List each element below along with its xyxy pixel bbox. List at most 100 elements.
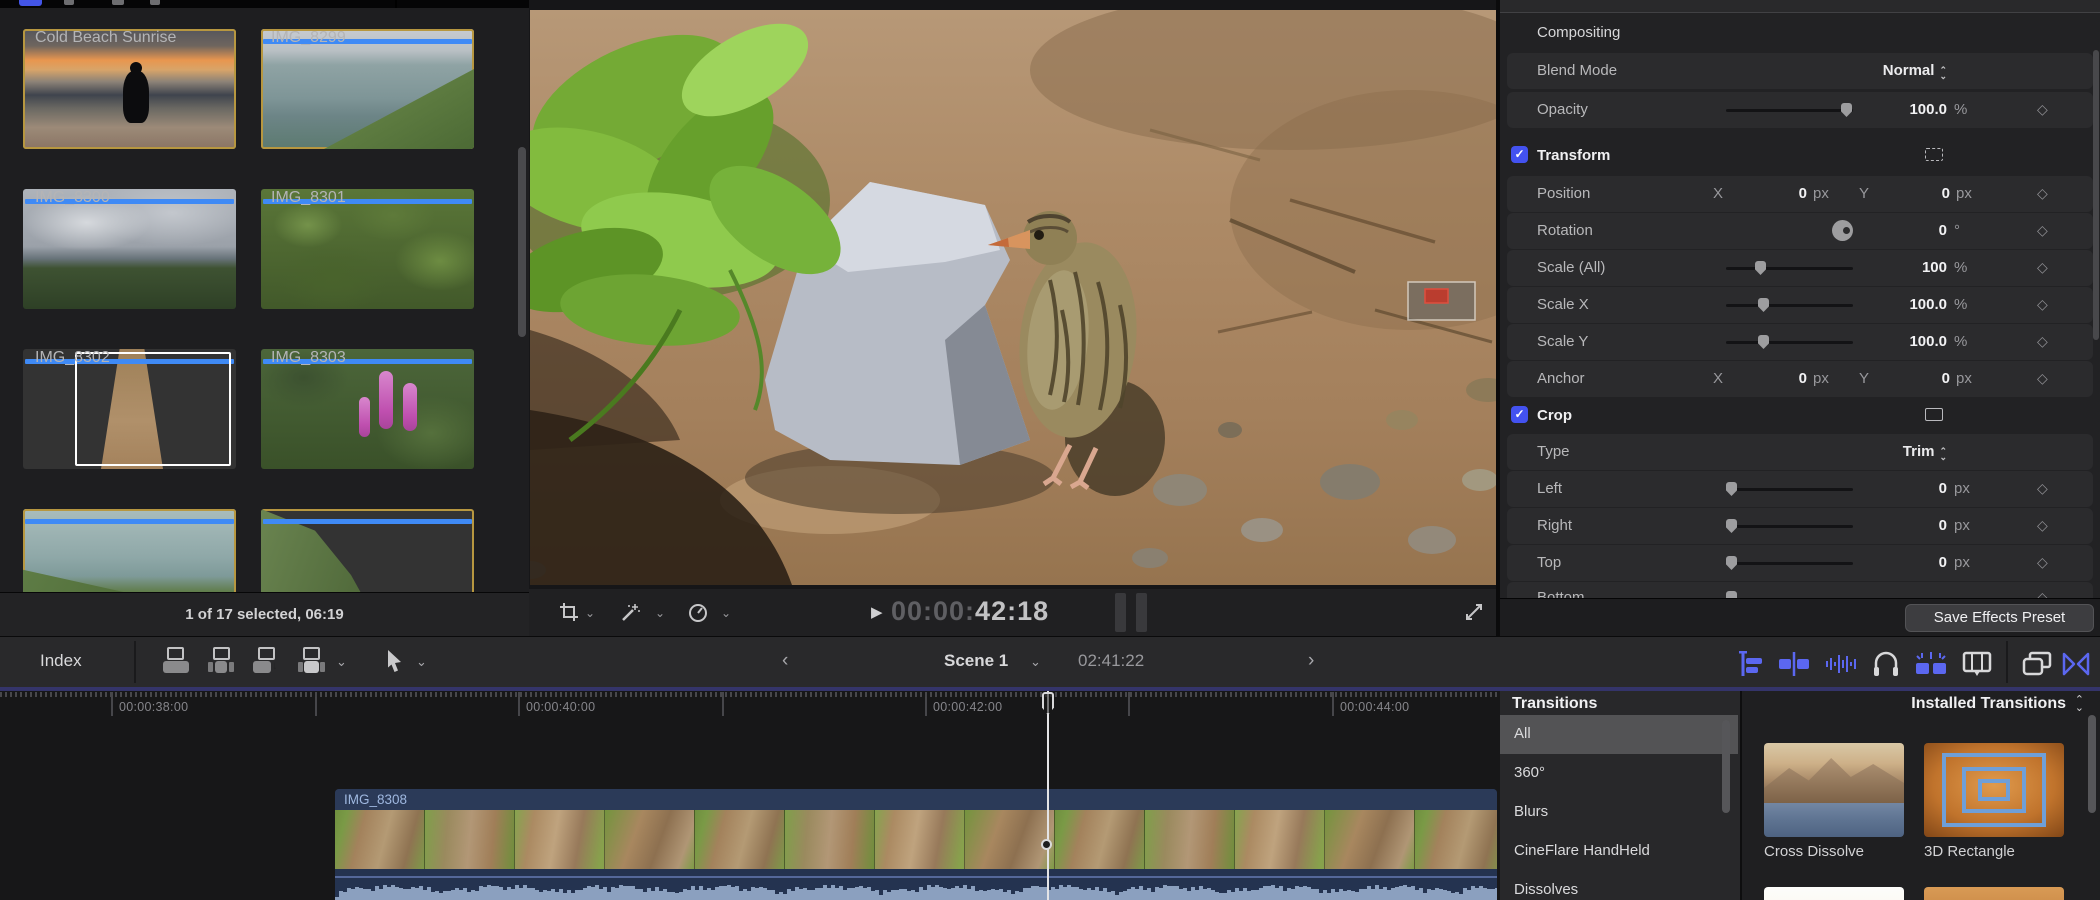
keyframe-diamond-icon[interactable]: ◇ <box>2037 259 2048 276</box>
crop-top-slider-knob[interactable] <box>1726 556 1737 570</box>
crop-checkbox[interactable]: ✓ <box>1511 406 1528 423</box>
scale-all-value[interactable]: 100 <box>1847 259 1947 276</box>
transitions-browser-toggle-icon[interactable] <box>2062 651 2090 677</box>
overwrite-edit-tool[interactable] <box>298 647 332 677</box>
fullscreen-expand-icon[interactable] <box>1465 603 1483 621</box>
solo-headphones-icon[interactable] <box>1872 651 1900 678</box>
video-frame-bird-on-path[interactable] <box>530 10 1496 585</box>
category-blurs[interactable]: Blurs <box>1500 793 1738 832</box>
ruler-tick-strip[interactable] <box>0 692 1500 697</box>
scale-y-value[interactable]: 100.0 <box>1847 333 1947 350</box>
category-cineflare-handheld[interactable]: CineFlare HandHeld <box>1500 832 1738 871</box>
keyframe-diamond-icon[interactable]: ◇ <box>2037 517 2048 534</box>
position-x-value[interactable]: 0 <box>1747 185 1807 202</box>
keyframe-diamond-icon[interactable]: ◇ <box>2037 222 2048 239</box>
chevron-down-icon[interactable]: ⌄ <box>655 606 665 620</box>
crop-onscreen-controls-icon[interactable] <box>1925 408 1943 421</box>
transform-checkbox[interactable]: ✓ <box>1511 146 1528 163</box>
rotation-value[interactable]: 0 <box>1847 222 1947 239</box>
audio-meter-bar[interactable] <box>1136 593 1147 632</box>
chevron-down-icon[interactable]: ⌄ <box>416 654 427 670</box>
save-effects-preset-button[interactable]: Save Effects Preset <box>1905 604 2094 632</box>
transitions-scrollbar[interactable] <box>2088 715 2096 813</box>
browser-scrollbar[interactable] <box>518 147 526 337</box>
chevron-up-down-icon[interactable]: ⌃⌄ <box>2075 696 2084 712</box>
opacity-value[interactable]: 100.0 <box>1847 101 1947 118</box>
keyframe-diamond-icon[interactable]: ◇ <box>2037 185 2048 202</box>
viewer-timecode[interactable]: 00:00:42:18 <box>891 596 1049 627</box>
timeline-clip-img-8308[interactable]: IMG_8308 <box>335 789 1497 900</box>
crop-right-value[interactable]: 0 <box>1847 517 1947 534</box>
chevron-down-icon[interactable]: ⌄ <box>721 606 731 620</box>
scale-x-slider-track[interactable] <box>1726 304 1853 307</box>
crop-left-slider-track[interactable] <box>1726 488 1853 491</box>
snapping-toggle-icon[interactable] <box>1914 651 1948 678</box>
crop-right-slider-knob[interactable] <box>1726 519 1737 533</box>
category-list-scrollbar[interactable] <box>1722 720 1730 813</box>
opacity-slider-track[interactable] <box>1726 109 1853 112</box>
chevron-down-icon[interactable]: ⌄ <box>336 654 347 670</box>
scale-x-value[interactable]: 100.0 <box>1847 296 1947 313</box>
selection-range-box[interactable] <box>75 352 231 466</box>
transition-thumb-cross-dissolve[interactable] <box>1764 743 1904 837</box>
category-360[interactable]: 360° <box>1500 754 1738 793</box>
enhancements-wand-icon[interactable] <box>619 602 641 624</box>
keyframe-diamond-icon[interactable]: ◇ <box>2037 554 2048 571</box>
keyframe-diamond-icon[interactable]: ◇ <box>2037 296 2048 313</box>
transition-thumb-3d-rectangle[interactable] <box>1924 743 2064 837</box>
chevron-down-icon[interactable]: ⌄ <box>585 606 595 620</box>
crop-type-select[interactable]: Trim⌃⌄ <box>1787 443 1947 460</box>
crop-left-slider-knob[interactable] <box>1726 482 1737 496</box>
previous-timeline-button[interactable]: ‹ <box>782 650 788 672</box>
skimming-toggle-icon[interactable] <box>1734 651 1764 677</box>
scale-y-slider-knob[interactable] <box>1758 335 1769 349</box>
next-timeline-button[interactable]: › <box>1308 650 1314 672</box>
browser-panel-toggle-icon[interactable] <box>2022 651 2052 678</box>
clip-thumbnail-img-8301[interactable] <box>261 189 474 309</box>
chevron-down-icon[interactable]: ⌄ <box>1030 654 1041 670</box>
anchor-y-value[interactable]: 0 <box>1890 370 1950 387</box>
scale-all-slider-track[interactable] <box>1726 267 1853 270</box>
installed-transitions-header[interactable]: Installed Transitions <box>1911 695 2066 713</box>
inspector-scrollbar[interactable] <box>2093 50 2099 340</box>
transition-thumb-partial[interactable] <box>1924 887 2064 900</box>
retime-dial-icon[interactable] <box>687 602 709 624</box>
playhead-line[interactable] <box>1047 691 1049 900</box>
sidebar-toggle-fragment[interactable] <box>19 0 42 6</box>
insert-edit-tool[interactable]: ↓ <box>208 647 242 677</box>
keyframe-diamond-icon[interactable]: ◇ <box>2037 333 2048 350</box>
transform-onscreen-controls-icon[interactable] <box>1925 148 1943 161</box>
playhead-handle[interactable] <box>1042 692 1054 715</box>
crop-right-slider-track[interactable] <box>1726 525 1853 528</box>
crop-tool-icon[interactable] <box>559 602 579 622</box>
audio-meter-bar[interactable] <box>1115 593 1126 632</box>
append-edit-tool[interactable]: ↓ <box>253 647 287 677</box>
clip-thumbnail-img-8302[interactable] <box>23 349 236 469</box>
position-y-value[interactable]: 0 <box>1890 185 1950 202</box>
clip-thumbnail-cold-beach-sunrise[interactable] <box>23 29 236 149</box>
audio-skimming-toggle-icon[interactable] <box>1824 651 1858 677</box>
category-all[interactable]: All <box>1500 715 1738 754</box>
scale-y-slider-track[interactable] <box>1726 341 1853 344</box>
clip-thumbnail-img-8299[interactable] <box>261 29 474 149</box>
clip-skimming-toggle-icon[interactable] <box>1778 651 1810 677</box>
keyframe-diamond-icon[interactable]: ◇ <box>2037 370 2048 387</box>
clip-appearance-filmstrip-icon[interactable] <box>1962 651 1992 678</box>
transition-thumb-partial[interactable] <box>1764 887 1904 900</box>
anchor-x-value[interactable]: 0 <box>1747 370 1807 387</box>
keyframe-diamond-icon[interactable]: ◇ <box>2037 480 2048 497</box>
select-tool-arrow-icon[interactable] <box>386 650 406 674</box>
category-dissolves[interactable]: Dissolves <box>1500 871 1738 900</box>
scale-all-slider-knob[interactable] <box>1755 261 1766 275</box>
keyframe-diamond-icon[interactable]: ◇ <box>2037 101 2048 118</box>
play-button[interactable]: ▶ <box>871 603 883 621</box>
crop-left-value[interactable]: 0 <box>1847 480 1947 497</box>
scale-x-slider-knob[interactable] <box>1758 298 1769 312</box>
clip-thumbnail-img-8300[interactable] <box>23 189 236 309</box>
index-button[interactable]: Index <box>40 651 82 671</box>
clip-thumbnail-img-8303[interactable] <box>261 349 474 469</box>
timeline-history-dropdown[interactable]: Scene 1 <box>944 651 1008 671</box>
crop-top-slider-track[interactable] <box>1726 562 1853 565</box>
blend-mode-select[interactable]: Normal⌃⌄ <box>1787 62 1947 79</box>
connect-edit-tool[interactable] <box>163 647 197 677</box>
